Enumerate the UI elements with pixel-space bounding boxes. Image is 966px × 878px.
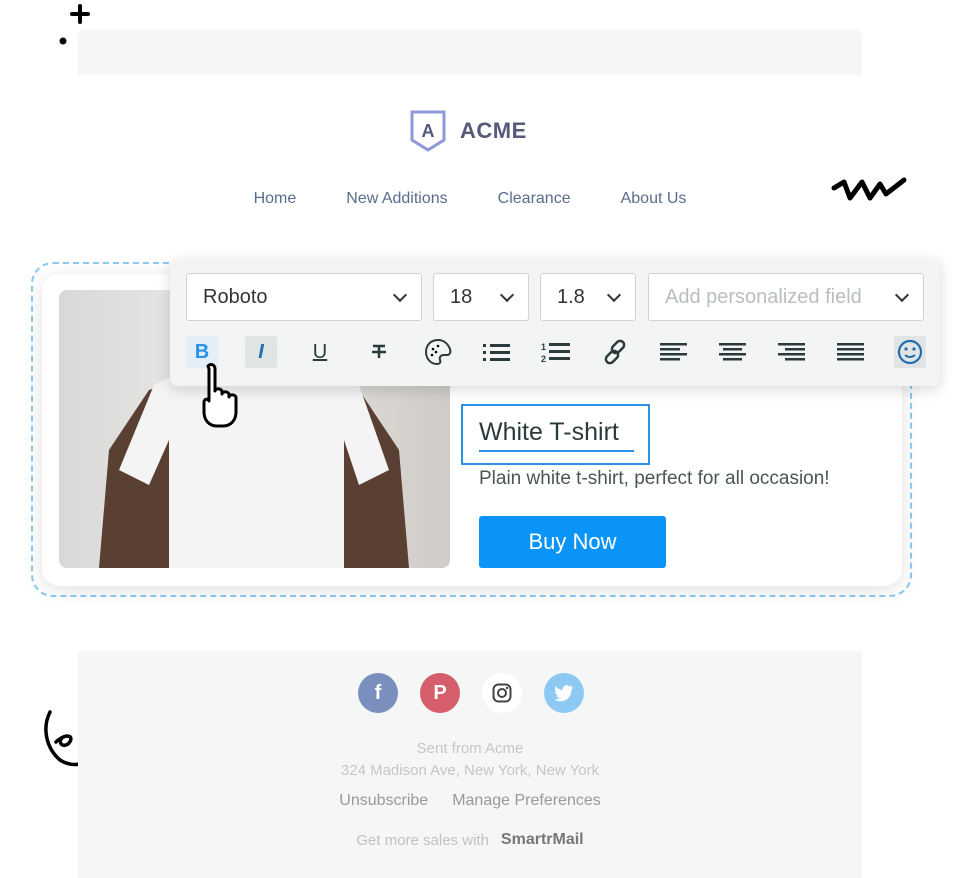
- pinterest-icon[interactable]: P: [420, 673, 460, 713]
- nav-clearance[interactable]: Clearance: [498, 190, 571, 208]
- chevron-down-icon: [606, 287, 622, 302]
- title-cursor-underline: [479, 450, 634, 452]
- address-text: 324 Madison Ave, New York, New York: [340, 762, 600, 779]
- main-nav: Home New Additions Clearance About Us: [0, 190, 940, 208]
- twitter-icon[interactable]: [544, 673, 584, 713]
- svg-text:1: 1: [541, 342, 546, 352]
- shield-logo-icon: A: [410, 110, 446, 152]
- promo-text: Get more sales with: [356, 831, 489, 849]
- email-footer: f P Sent from Acme 324 Madison Ave, New …: [78, 651, 862, 878]
- chevron-down-icon: [894, 287, 910, 302]
- align-right-icon[interactable]: [776, 336, 808, 368]
- instagram-icon[interactable]: [482, 673, 522, 713]
- font-family-select[interactable]: Roboto: [186, 273, 422, 321]
- product-title[interactable]: White T-shirt: [479, 418, 619, 447]
- bullet-list-icon[interactable]: [481, 336, 513, 368]
- align-center-icon[interactable]: [717, 336, 749, 368]
- sent-from-text: Sent from Acme: [416, 740, 524, 757]
- palette-icon[interactable]: [422, 336, 454, 368]
- link-icon[interactable]: [599, 336, 631, 368]
- font-size-select[interactable]: 18: [433, 273, 529, 321]
- svg-text:A: A: [422, 121, 435, 141]
- emoji-icon[interactable]: [894, 336, 926, 368]
- align-left-icon[interactable]: [658, 336, 690, 368]
- nav-about-us[interactable]: About Us: [621, 190, 687, 208]
- numbered-list-icon[interactable]: 12: [540, 336, 572, 368]
- chevron-down-icon: [392, 287, 408, 302]
- text-format-toolbar: Roboto 18 1.8 Add personalized field B I…: [170, 258, 940, 386]
- email-header-bar: [78, 29, 862, 75]
- chevron-down-icon: [499, 287, 515, 302]
- buy-now-button[interactable]: Buy Now: [479, 516, 666, 568]
- underline-button[interactable]: U: [304, 336, 336, 368]
- nav-home[interactable]: Home: [254, 190, 297, 208]
- manage-preferences-link[interactable]: Manage Preferences: [452, 792, 601, 810]
- strikethrough-button[interactable]: [363, 336, 395, 368]
- brand-logo: A ACME: [410, 110, 527, 152]
- unsubscribe-link[interactable]: Unsubscribe: [339, 792, 428, 810]
- personalized-field-select[interactable]: Add personalized field: [648, 273, 924, 321]
- svg-text:2: 2: [541, 354, 546, 363]
- smartrmail-logo[interactable]: SmartrMail: [501, 831, 584, 849]
- brand-name: ACME: [460, 118, 527, 143]
- hand-pointer-cursor-icon: [196, 362, 248, 435]
- product-description[interactable]: Plain white t-shirt, perfect for all occ…: [479, 468, 830, 490]
- nav-new-additions[interactable]: New Additions: [346, 190, 447, 208]
- italic-button[interactable]: I: [245, 336, 277, 368]
- facebook-icon[interactable]: f: [358, 673, 398, 713]
- line-height-select[interactable]: 1.8: [540, 273, 636, 321]
- align-justify-icon[interactable]: [835, 336, 867, 368]
